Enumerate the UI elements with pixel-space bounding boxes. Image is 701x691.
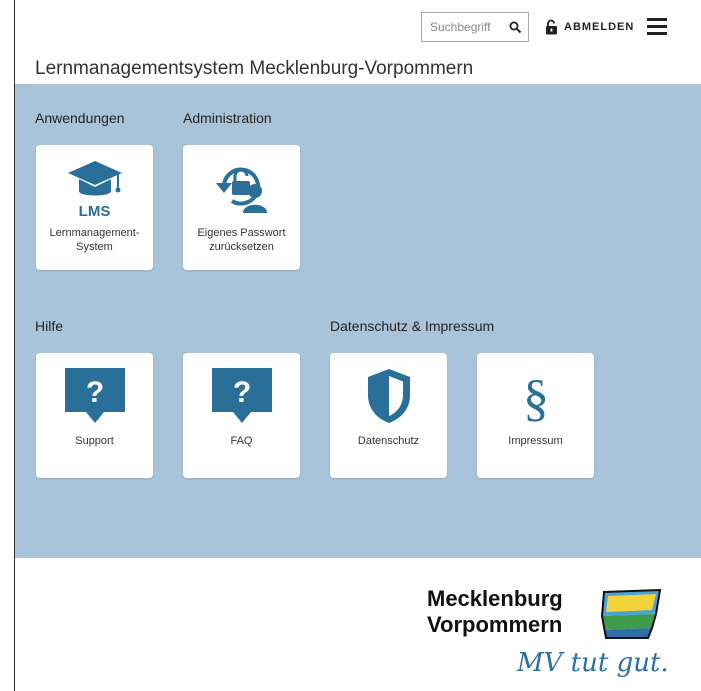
mv-logo-line2: Vorpommern	[427, 612, 563, 637]
graduation-cap-icon	[67, 161, 122, 196]
section-title-anwendungen: Anwendungen	[35, 110, 125, 126]
mv-flag-icon	[600, 588, 662, 639]
section-title-hilfe: Hilfe	[35, 318, 64, 334]
svg-text:?: ?	[85, 376, 103, 409]
question-speech-bubble-icon: ?	[64, 368, 125, 423]
question-speech-bubble-icon: ?	[211, 368, 272, 423]
tile-support[interactable]: ? Support	[36, 353, 153, 478]
tile-impressum-label: Impressum	[508, 435, 563, 447]
svg-text:?: ?	[232, 376, 250, 409]
tile-password-reset[interactable]: Eigenes Passwort zurücksetzen	[183, 145, 300, 270]
search-input[interactable]	[422, 13, 502, 41]
footer: Mecklenburg Vorpommern MV tut gut.	[15, 558, 701, 691]
search-icon	[509, 21, 521, 33]
page-frame: ABMELDEN Lernmanagementsystem Mecklenbur…	[14, 0, 701, 691]
tile-password-label-line1: Eigenes Passwort	[197, 227, 286, 239]
tile-support-label: Support	[75, 435, 114, 447]
hamburger-menu-icon[interactable]	[647, 18, 667, 36]
section-title-administration: Administration	[183, 110, 272, 126]
paragraph-icon: §	[523, 370, 549, 425]
logout-label: ABMELDEN	[564, 21, 635, 33]
mv-logo-line1: Mecklenburg	[427, 586, 563, 611]
mv-slogan: MV tut gut.	[517, 648, 669, 678]
logout-button[interactable]: ABMELDEN	[545, 14, 634, 40]
tile-lms-label-line1: Lernmanagement-	[49, 227, 140, 239]
tile-datenschutz[interactable]: Datenschutz	[330, 353, 447, 478]
shield-icon	[367, 369, 410, 423]
unlock-icon	[546, 19, 557, 35]
mv-logo: Mecklenburg Vorpommern MV tut gut.	[425, 586, 675, 686]
password-reset-icon	[215, 167, 267, 213]
tile-faq-label: FAQ	[230, 435, 253, 447]
lms-badge: LMS	[78, 203, 111, 220]
top-bar: ABMELDEN Lernmanagementsystem Mecklenbur…	[15, 0, 701, 79]
tile-impressum[interactable]: § Impressum	[477, 353, 594, 478]
svg-text:§: §	[523, 370, 549, 425]
page-title: Lernmanagementsystem Mecklenburg-Vorpomm…	[35, 58, 474, 79]
search-button[interactable]	[506, 18, 524, 36]
search-box	[421, 12, 529, 42]
tile-lms-label-line2: System	[76, 241, 113, 253]
main-panel: Anwendungen Administration LMS Lernmanag…	[15, 84, 701, 558]
tile-datenschutz-label: Datenschutz	[357, 435, 420, 447]
tile-faq[interactable]: ? FAQ	[183, 353, 300, 478]
tile-lms[interactable]: LMS Lernmanagement- System	[36, 145, 153, 270]
tile-password-label-line2: zurücksetzen	[209, 241, 274, 253]
section-title-datenschutz-impressum: Datenschutz & Impressum	[330, 318, 495, 334]
